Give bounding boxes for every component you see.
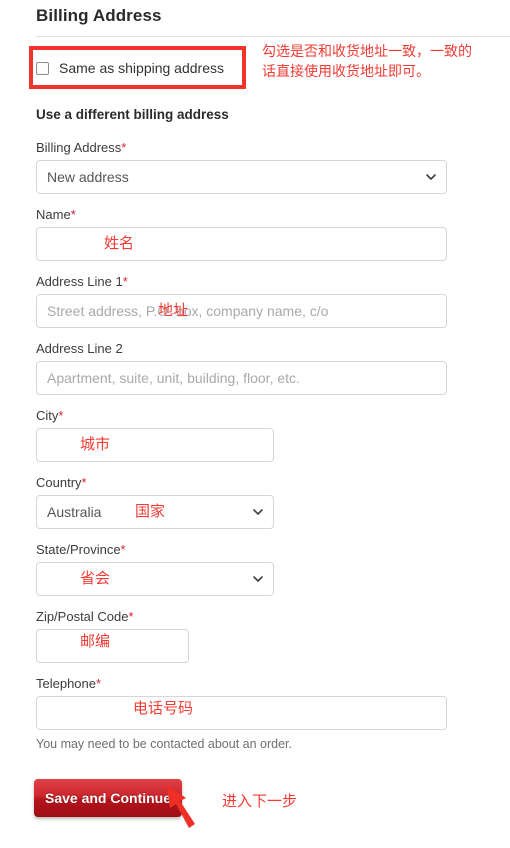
save-and-continue-button[interactable]: Save and Continue <box>34 779 182 817</box>
city-input[interactable] <box>36 428 274 462</box>
field-city: City* <box>36 408 274 462</box>
billing-address-value: New address <box>47 169 129 185</box>
annotation-submit: 进入下一步 <box>222 792 298 810</box>
same-as-shipping-label: Same as shipping address <box>59 60 224 76</box>
field-state-province: State/Province* <box>36 542 274 596</box>
address-line-2-input[interactable]: Apartment, suite, unit, building, floor,… <box>36 361 447 395</box>
zip-postal-code-input[interactable] <box>36 629 189 663</box>
label-telephone: Telephone* <box>36 676 102 691</box>
label-zip-postal-code: Zip/Postal Code* <box>36 609 134 624</box>
chevron-down-icon <box>253 574 263 583</box>
billing-address-page: Billing Address Same as shipping address… <box>0 0 510 848</box>
field-name: Name* <box>36 207 447 261</box>
telephone-input[interactable] <box>36 696 447 730</box>
title-divider <box>36 36 510 37</box>
label-address-line-2: Address Line 2 <box>36 341 123 356</box>
telephone-help-text: You may need to be contacted about an or… <box>36 737 292 751</box>
field-address-line-2: Address Line 2 Apartment, suite, unit, b… <box>36 341 447 395</box>
field-country: Country* Australia <box>36 475 274 529</box>
label-country: Country* <box>36 475 87 490</box>
label-state-province: State/Province* <box>36 542 126 557</box>
chevron-down-icon <box>426 172 436 181</box>
same-as-shipping-checkbox[interactable] <box>36 61 49 75</box>
address-line-1-placeholder: Street address, P.O. box, company name, … <box>47 303 329 319</box>
address-line-2-placeholder: Apartment, suite, unit, building, floor,… <box>47 370 300 386</box>
chevron-down-icon <box>253 507 263 516</box>
label-billing-address: Billing Address* <box>36 140 127 155</box>
address-line-1-input[interactable]: Street address, P.O. box, company name, … <box>36 294 447 328</box>
label-city: City* <box>36 408 64 423</box>
field-billing-address: Billing Address* New address <box>36 140 447 194</box>
use-different-billing-address-heading: Use a different billing address <box>36 107 229 122</box>
annotation-same-as-shipping-note: 勾选是否和收货地址一致，一致的 话直接使用收货地址即可。 <box>262 44 472 81</box>
billing-address-select[interactable]: New address <box>36 160 447 194</box>
same-as-shipping-row[interactable]: Same as shipping address <box>36 60 224 76</box>
field-zip-postal-code: Zip/Postal Code* <box>36 609 189 663</box>
name-input[interactable] <box>36 227 447 261</box>
country-value: Australia <box>47 504 102 520</box>
label-name: Name* <box>36 207 76 222</box>
page-title: Billing Address <box>36 6 162 25</box>
country-select[interactable]: Australia <box>36 495 274 529</box>
field-address-line-1: Address Line 1* Street address, P.O. box… <box>36 274 447 328</box>
state-province-select[interactable] <box>36 562 274 596</box>
field-telephone: Telephone* <box>36 676 447 730</box>
label-address-line-1: Address Line 1* <box>36 274 128 289</box>
